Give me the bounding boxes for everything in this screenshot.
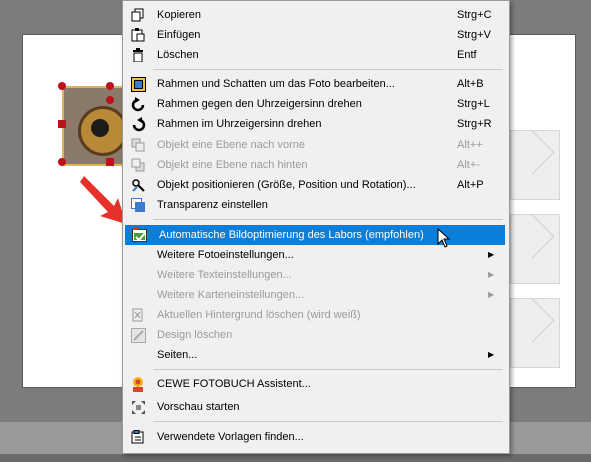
menu-item-edit-frame[interactable]: Rahmen und Schatten um das Foto bearbeit… — [123, 74, 507, 94]
menu-item-rotate-right[interactable]: Rahmen im Uhrzeigersinn drehen Strg+R — [123, 114, 507, 134]
find-templates-icon — [130, 429, 146, 445]
submenu-arrow-icon: ▶ — [488, 270, 495, 279]
resize-handle[interactable] — [58, 82, 66, 90]
rotate-left-icon — [130, 96, 146, 112]
menu-separator — [153, 421, 503, 422]
menu-separator — [153, 369, 503, 370]
menu-item-assistant[interactable]: CEWE FOTOBUCH Assistent... — [123, 374, 507, 394]
preview-icon — [130, 399, 146, 415]
menu-item-transparency[interactable]: Transparenz einstellen — [123, 195, 507, 215]
layer-forward-icon — [130, 137, 146, 153]
context-menu: Kopieren Strg+C Einfügen Strg+V Löschen … — [122, 0, 510, 454]
menu-item-photo-settings[interactable]: Weitere Fotoeinstellungen... ▶ — [123, 245, 507, 265]
submenu-arrow-icon: ▶ — [488, 290, 495, 299]
resize-handle[interactable] — [58, 158, 66, 166]
menu-item-position-object[interactable]: Objekt positionieren (Größe, Position un… — [123, 175, 507, 195]
background-delete-icon — [130, 307, 146, 323]
menu-item-layer-backward[interactable]: Objekt eine Ebene nach hinten Alt+- — [123, 155, 507, 175]
selected-photo[interactable] — [62, 86, 128, 166]
design-delete-icon — [130, 327, 146, 343]
menu-item-delete[interactable]: Löschen Entf — [123, 45, 507, 65]
mouse-cursor-icon — [437, 228, 451, 248]
page-thumbnail[interactable] — [510, 130, 560, 200]
emblem-image — [78, 106, 126, 156]
menu-item-text-settings[interactable]: Weitere Texteinstellungen... ▶ — [123, 265, 507, 285]
bottom-bar — [0, 454, 591, 462]
menu-item-rotate-left[interactable]: Rahmen gegen den Uhrzeigersinn drehen St… — [123, 94, 507, 114]
submenu-arrow-icon: ▶ — [488, 250, 495, 259]
menu-item-map-settings[interactable]: Weitere Karteneinstellungen... ▶ — [123, 285, 507, 305]
menu-item-preview[interactable]: Vorschau starten — [123, 397, 507, 417]
menu-item-layer-forward[interactable]: Objekt eine Ebene nach vorne Alt++ — [123, 135, 507, 155]
copy-icon — [130, 7, 146, 23]
trash-icon — [130, 47, 146, 63]
rotate-handle[interactable] — [106, 96, 114, 104]
paste-icon — [130, 27, 146, 43]
auto-optimize-icon — [132, 227, 148, 243]
menu-item-paste[interactable]: Einfügen Strg+V — [123, 25, 507, 45]
resize-handle[interactable] — [106, 158, 114, 166]
menu-item-delete-background[interactable]: Aktuellen Hintergrund löschen (wird weiß… — [123, 305, 507, 325]
resize-handle[interactable] — [58, 120, 66, 128]
rotate-right-icon — [130, 116, 146, 132]
layer-backward-icon — [130, 157, 146, 173]
menu-separator — [153, 69, 503, 70]
page-thumbnail[interactable] — [510, 214, 560, 284]
submenu-arrow-icon: ▶ — [488, 350, 495, 359]
position-icon — [130, 177, 146, 193]
page-thumbnail[interactable] — [510, 298, 560, 368]
menu-item-copy[interactable]: Kopieren Strg+C — [123, 5, 507, 25]
assistant-icon — [130, 376, 146, 392]
menu-separator — [153, 219, 503, 220]
menu-item-find-templates[interactable]: Verwendete Vorlagen finden... — [123, 427, 507, 447]
menu-item-pages[interactable]: Seiten... ▶ — [123, 345, 507, 365]
resize-handle[interactable] — [106, 82, 114, 90]
menu-item-delete-design[interactable]: Design löschen — [123, 325, 507, 345]
transparency-icon — [130, 197, 146, 213]
frame-icon — [130, 76, 146, 92]
